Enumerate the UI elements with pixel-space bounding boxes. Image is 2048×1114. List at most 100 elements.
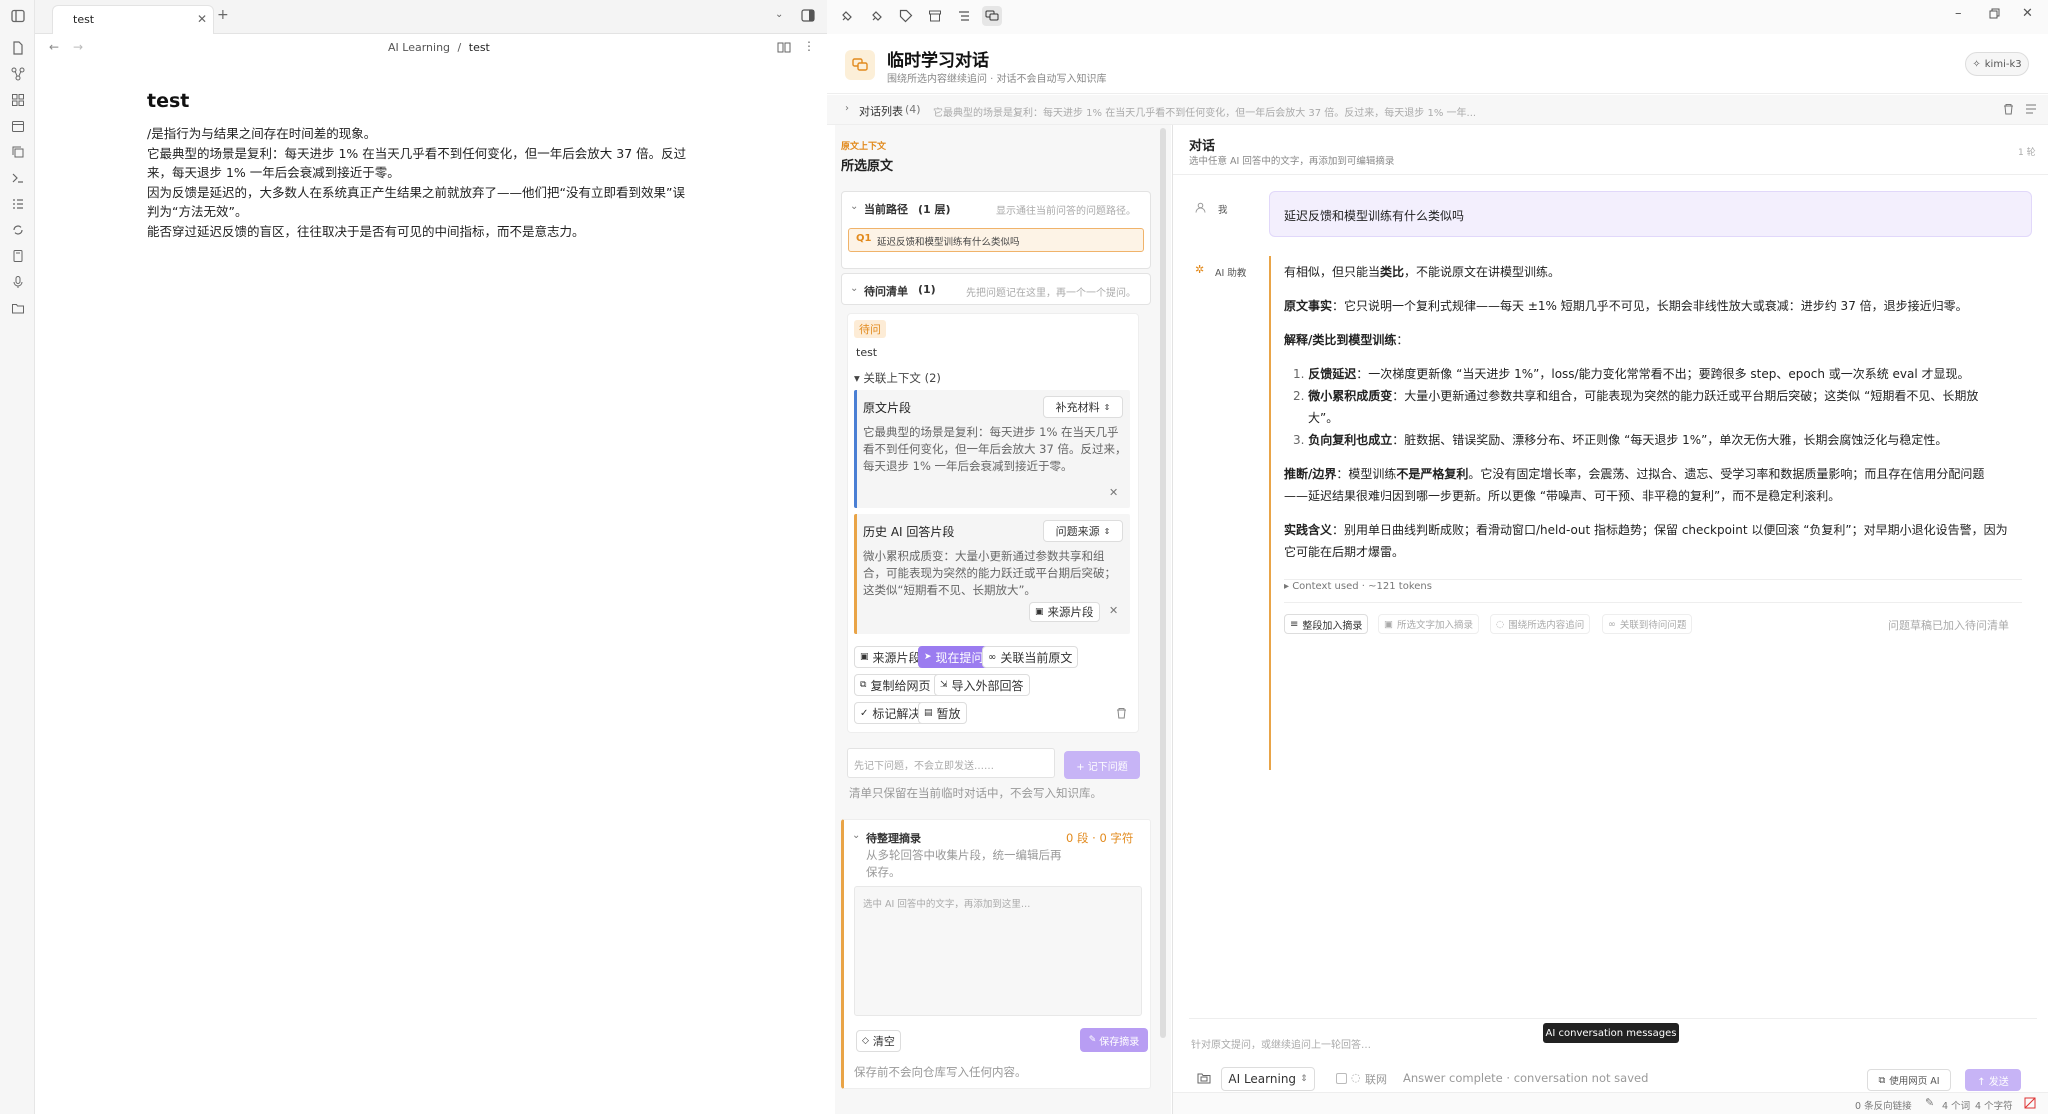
chevron-down-icon[interactable]: ⌄ <box>775 9 783 20</box>
excerpt-textarea[interactable]: 选中 AI 回答中的文字，再添加到这里… <box>854 886 1142 1016</box>
path-q-text: 延迟反馈和模型训练有什么类似吗 <box>877 237 1020 248</box>
calendar-icon[interactable] <box>10 118 26 134</box>
action-label: 暂放 <box>936 706 961 721</box>
text: ：脏数据、错误奖励、漂移分布、坏正则像 “每天退步 1%”，单次无伤大雅，长期会… <box>1392 433 1948 447</box>
mark-resolved-button[interactable]: ✓ 标记解决 <box>854 702 927 724</box>
plugin-icon-2[interactable] <box>869 8 885 24</box>
save-excerpt-button[interactable]: ✎ 保存摘录 <box>1080 1028 1148 1052</box>
snippet-type-select[interactable]: 问题来源 ⇕ <box>1043 520 1123 542</box>
restore-icon[interactable] <box>1989 8 2000 19</box>
source-snippet-button[interactable]: ▣ 来源片段 <box>1029 602 1100 622</box>
breadcrumb: AI Learning / test <box>388 41 490 54</box>
todo-input-placeholder: 先记下问题，不会立即发送…… <box>854 761 994 772</box>
more-options-icon[interactable]: ⋮ <box>803 39 815 53</box>
tab-test[interactable]: test ✕ <box>52 5 214 34</box>
snippet-type-select[interactable]: 补充材料 ⇕ <box>1043 396 1123 418</box>
tag-icon[interactable] <box>898 8 914 24</box>
back-icon[interactable]: ← <box>49 40 59 54</box>
todo-input[interactable]: 先记下问题，不会立即发送…… <box>847 748 1055 778</box>
source-snippet-action[interactable]: ▣ 来源片段 <box>854 646 927 668</box>
trash-icon[interactable] <box>2003 103 2014 115</box>
delete-todo-icon[interactable] <box>1116 707 1127 719</box>
linked-context-toggle[interactable]: ▾ 关联上下文 (2) <box>854 370 941 386</box>
breadcrumb-file[interactable]: test <box>469 41 490 54</box>
use-web-ai-label: 使用网页 AI <box>1889 1076 1940 1087</box>
conv-list-label: 对话列表 <box>859 105 903 118</box>
add-todo-button[interactable]: + 记下问题 <box>1064 751 1140 779</box>
composer-divider <box>1189 1018 2037 1019</box>
conversation-list-bar[interactable]: › 对话列表 (4) 它最典型的场景是复利：每天进步 1% 在当天几乎看不到任何… <box>827 95 2048 125</box>
excerpt-stats: 0 段 · 0 字符 <box>1066 831 1134 845</box>
breadcrumb-separator: / <box>457 41 462 54</box>
minimize-icon[interactable]: – <box>1955 6 1962 21</box>
plugin-icon-1[interactable] <box>839 8 855 24</box>
conv-menu-icon[interactable] <box>2025 103 2037 115</box>
panel-logo-icon <box>845 50 875 80</box>
chevron-down-icon[interactable]: ⌄ <box>852 830 860 841</box>
ai-message[interactable]: 有相似，但只能当类比，不能说原文在讲模型训练。 原文事实：它只说明一个复利式规律… <box>1269 256 2032 770</box>
updown-icon: ⇕ <box>1300 1074 1308 1084</box>
copy-icon[interactable] <box>10 144 26 160</box>
ask-now-button[interactable]: ➤ 现在提问 <box>918 646 990 668</box>
chevron-down-icon[interactable]: ⌄ <box>850 201 858 212</box>
text: 。它没有固定增长率，会震荡、过拟合、遗忘、受学习率和数据质量影响；而且存在信用分… <box>1468 467 1985 481</box>
todo-count: (1) <box>918 283 936 296</box>
context-scrollbar[interactable] <box>1160 128 1166 1038</box>
close-window-icon[interactable]: ✕ <box>2022 6 2033 21</box>
sync-error-icon[interactable] <box>2024 1097 2036 1109</box>
remove-snippet-icon[interactable]: ✕ <box>1109 486 1118 499</box>
ai-divider <box>1284 602 2022 603</box>
path-item[interactable]: Q1 延迟反馈和模型训练有什么类似吗 <box>848 228 1144 252</box>
breadcrumb-folder[interactable]: AI Learning <box>388 41 450 54</box>
ask-selection-button[interactable]: ◌ 围绕所选内容追问 <box>1490 614 1591 634</box>
new-tab-icon[interactable]: + <box>217 7 229 23</box>
add-whole-excerpt-button[interactable]: ≡ 整段加入摘录 <box>1284 614 1369 634</box>
book-icon[interactable] <box>10 248 26 264</box>
sync-icon[interactable] <box>10 222 26 238</box>
remove-snippet-icon[interactable]: ✕ <box>1109 604 1118 617</box>
split-view-icon[interactable] <box>801 9 815 22</box>
panel-header: 临时学习对话 围绕所选内容继续追问 · 对话不会自动写入知识库 ✧ kimi-k… <box>827 34 2048 94</box>
import-answer-button[interactable]: ⇲ 导入外部回答 <box>934 674 1030 696</box>
context-column: 原文上下文 所选原文 ⌄ 当前路径 (1 层) 显示通往当前问答的问题路径。 Q… <box>835 125 1171 1114</box>
tab-close-icon[interactable]: ✕ <box>197 12 207 26</box>
link-todo-button[interactable]: ∞ 关联到待问问题 <box>1602 614 1693 634</box>
use-web-ai-button[interactable]: ⧉ 使用网页 AI <box>1867 1069 1951 1091</box>
folder-select[interactable]: AI Learning ⇕ <box>1221 1067 1315 1091</box>
import-icon: ⇲ <box>940 680 948 690</box>
mic-icon[interactable] <box>10 274 26 290</box>
grid-icon[interactable] <box>10 92 26 108</box>
edit-mode-icon[interactable]: ✎ <box>1925 1096 1934 1109</box>
todo-note: 清单只保留在当前临时对话中，不会写入知识库。 <box>849 786 1102 800</box>
link-original-button[interactable]: ∞ 关联当前原文 <box>982 646 1079 668</box>
editor-tab-bar: test ✕ + ⌄ <box>35 0 827 34</box>
forward-icon[interactable]: → <box>73 40 83 54</box>
left-ribbon <box>0 0 35 1114</box>
list-icon[interactable] <box>10 196 26 212</box>
chat-input[interactable]: 针对原文提问，或继续追问上一轮回答… <box>1191 1031 1491 1055</box>
park-button[interactable]: ▤ 暂放 <box>918 702 967 724</box>
folder-icon[interactable] <box>10 300 26 316</box>
add-selection-excerpt-button[interactable]: ▣ 所选文字加入摘录 <box>1378 614 1479 634</box>
context-used-toggle[interactable]: ▸ Context used · ~121 tokens <box>1284 581 1432 592</box>
doc-body[interactable]: /是指行为与结果之间存在时间差的现象。 它最典型的场景是复利：每天进步 1% 在… <box>147 124 787 241</box>
send-button[interactable]: ↑ 发送 <box>1965 1069 2021 1091</box>
backlinks-count[interactable]: 0 条反向链接 <box>1855 1098 1912 1112</box>
outline-icon[interactable] <box>956 8 972 24</box>
web-search-checkbox[interactable] <box>1336 1073 1347 1084</box>
terminal-icon[interactable] <box>10 170 26 186</box>
model-selector[interactable]: ✧ kimi-k3 <box>1965 52 2029 76</box>
sidebar-toggle-icon[interactable] <box>10 8 26 24</box>
action-label: 标记解决 <box>872 706 921 721</box>
excerpt-icon: ≡ <box>1290 618 1299 630</box>
file-icon[interactable] <box>10 40 26 56</box>
archive-icon[interactable] <box>927 8 943 24</box>
clear-excerpt-button[interactable]: ◇ 清空 <box>856 1030 901 1052</box>
char-count: 4 个字符 <box>1975 1101 2013 1112</box>
graph-icon[interactable] <box>10 66 26 82</box>
reading-view-icon[interactable] <box>777 41 791 53</box>
chevron-down-icon[interactable]: ⌄ <box>850 283 858 294</box>
text: 有相似，但只能当 <box>1284 265 1381 279</box>
chat-icon[interactable] <box>982 6 1002 26</box>
user-message[interactable]: 延迟反馈和模型训练有什么类似吗 <box>1269 191 2032 237</box>
